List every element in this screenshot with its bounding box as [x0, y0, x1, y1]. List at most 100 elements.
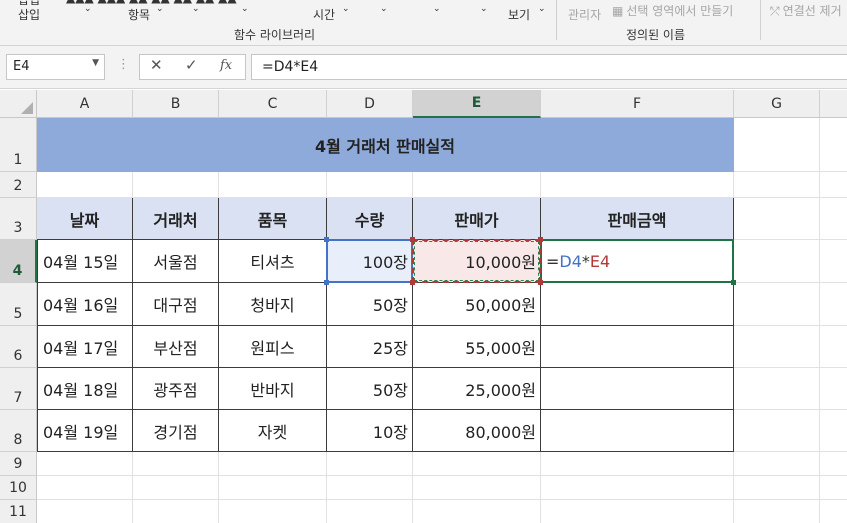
insert-function-label[interactable]: 삽입: [18, 6, 40, 23]
grid-cell[interactable]: [327, 476, 413, 500]
more-options-icon[interactable]: ⋮: [117, 57, 130, 72]
grid-cell[interactable]: [734, 118, 820, 172]
grid-cell[interactable]: [734, 326, 820, 368]
row-header-3[interactable]: 3: [0, 198, 37, 240]
table-cell[interactable]: 04월 19일: [37, 410, 133, 452]
grid-cell[interactable]: [541, 500, 734, 523]
fill-handle[interactable]: [731, 280, 736, 285]
row-header-4[interactable]: 4: [0, 240, 37, 283]
table-header-1[interactable]: 거래처: [133, 198, 219, 240]
table-cell[interactable]: 04월 15일: [37, 240, 133, 283]
grid-cell[interactable]: [541, 476, 734, 500]
row-header-9[interactable]: 9: [0, 452, 37, 476]
table-header-3[interactable]: 수량: [327, 198, 413, 240]
table-cell[interactable]: 대구점: [133, 283, 219, 326]
reference-handle-e4[interactable]: [538, 237, 543, 242]
column-header-b[interactable]: B: [133, 90, 219, 118]
grid-cell[interactable]: [327, 172, 413, 198]
grid-cell[interactable]: [734, 452, 820, 476]
grid-cell[interactable]: [820, 410, 847, 452]
grid-cell[interactable]: [820, 452, 847, 476]
table-cell[interactable]: 50,000원: [413, 283, 541, 326]
table-header-5[interactable]: 판매금액: [541, 198, 734, 240]
dropdown-arrow-6[interactable]: ⌄: [380, 4, 388, 14]
select-all-corner[interactable]: [0, 90, 37, 118]
cell-d4[interactable]: 100장: [327, 240, 413, 283]
row-header-6[interactable]: 6: [0, 326, 37, 368]
grid-cell[interactable]: [734, 500, 820, 523]
grid-cell[interactable]: [133, 452, 219, 476]
table-cell[interactable]: 원피스: [219, 326, 327, 368]
table-cell[interactable]: 04월 18일: [37, 368, 133, 410]
table-cell[interactable]: 55,000원: [413, 326, 541, 368]
name-manager-label[interactable]: 관리자: [568, 6, 601, 23]
table-cell[interactable]: 자켓: [219, 410, 327, 452]
grid-cell[interactable]: [734, 368, 820, 410]
reference-handle-d4[interactable]: [324, 237, 329, 242]
grid-cell[interactable]: [734, 410, 820, 452]
table-header-0[interactable]: 날짜: [37, 198, 133, 240]
column-header-c[interactable]: C: [219, 90, 327, 118]
grid-cell[interactable]: [734, 476, 820, 500]
grid-cell[interactable]: [541, 172, 734, 198]
row-header-1[interactable]: 1: [0, 118, 37, 172]
table-cell[interactable]: 반바지: [219, 368, 327, 410]
grid-cell[interactable]: [37, 476, 133, 500]
grid-cell[interactable]: [820, 198, 847, 240]
grid-cell[interactable]: [133, 172, 219, 198]
reference-handle-e4[interactable]: [538, 280, 543, 285]
grid-cell[interactable]: [133, 500, 219, 523]
column-header-e[interactable]: E: [413, 90, 541, 118]
table-cell[interactable]: 04월 17일: [37, 326, 133, 368]
grid-cell[interactable]: [820, 283, 847, 326]
items-label[interactable]: 항목: [128, 6, 150, 23]
name-box[interactable]: E4 ▼: [6, 54, 105, 80]
grid-cell[interactable]: [820, 118, 847, 172]
grid-cell[interactable]: [413, 500, 541, 523]
table-cell[interactable]: 50장: [327, 368, 413, 410]
table-cell[interactable]: [541, 368, 734, 410]
dropdown-arrow-9[interactable]: ⌄: [538, 4, 546, 14]
table-cell[interactable]: 80,000원: [413, 410, 541, 452]
table-cell[interactable]: 04월 16일: [37, 283, 133, 326]
column-header-g[interactable]: G: [734, 90, 820, 118]
row-header-7[interactable]: 7: [0, 368, 37, 410]
grid-cell[interactable]: [37, 172, 133, 198]
cell-e4[interactable]: 10,000원: [413, 240, 541, 283]
table-cell[interactable]: [541, 326, 734, 368]
table-header-4[interactable]: 판매가: [413, 198, 541, 240]
table-cell[interactable]: 25장: [327, 326, 413, 368]
grid-cell[interactable]: [820, 476, 847, 500]
grid-cell[interactable]: [820, 172, 847, 198]
dropdown-arrow-8[interactable]: ⌄: [480, 4, 488, 14]
grid-cell[interactable]: [734, 198, 820, 240]
grid-cell[interactable]: [219, 172, 327, 198]
grid-cell[interactable]: [219, 500, 327, 523]
grid-cell[interactable]: [820, 326, 847, 368]
view-label[interactable]: 보기: [508, 6, 530, 23]
grid-cell[interactable]: [541, 452, 734, 476]
column-header-d[interactable]: D: [327, 90, 413, 118]
grid-cell[interactable]: [37, 500, 133, 523]
grid-cell[interactable]: [327, 452, 413, 476]
active-cell-f4[interactable]: = D4 * E4: [540, 239, 734, 283]
create-from-selection-button[interactable]: ▦ 선택 영역에서 만들기: [612, 2, 733, 19]
worksheet-grid[interactable]: A B C D E F G 1 2 3 4 5 6 7 8 9 10 11 4월 거래처 판매실적 날짜 거래처 품목 수량…: [0, 90, 847, 523]
time-label[interactable]: 시간: [313, 6, 335, 23]
row-header-11[interactable]: 11: [0, 500, 37, 523]
table-header-2[interactable]: 품목: [219, 198, 327, 240]
dropdown-arrow-4[interactable]: ⌄: [241, 4, 249, 14]
row-header-8[interactable]: 8: [0, 410, 37, 452]
reference-handle-e4[interactable]: [410, 237, 415, 242]
reference-handle-e4[interactable]: [410, 280, 415, 285]
table-cell[interactable]: 10장: [327, 410, 413, 452]
reference-handle-d4[interactable]: [324, 280, 329, 285]
grid-cell[interactable]: [219, 452, 327, 476]
column-header-extra[interactable]: [820, 90, 847, 118]
dropdown-arrow-7[interactable]: ⌄: [433, 4, 441, 14]
grid-cell[interactable]: [820, 368, 847, 410]
grid-cell[interactable]: [734, 283, 820, 326]
grid-cell[interactable]: [133, 476, 219, 500]
dropdown-arrow-3[interactable]: ⌄: [192, 4, 200, 14]
dropdown-arrow-5[interactable]: ⌄: [342, 4, 350, 14]
